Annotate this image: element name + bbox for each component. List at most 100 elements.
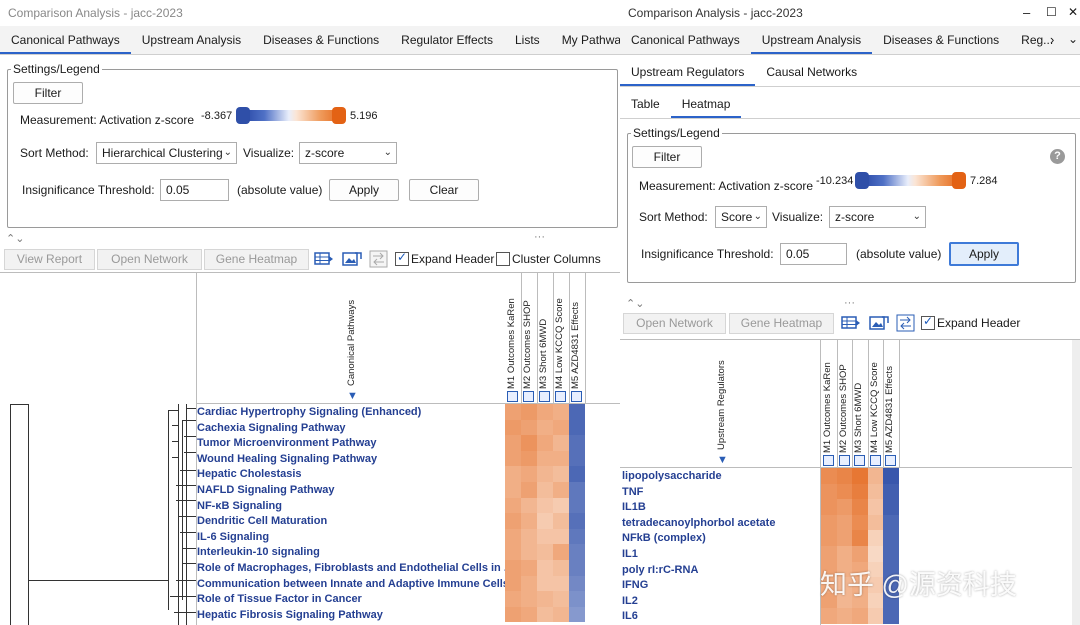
heatmap-cell[interactable] xyxy=(569,591,585,607)
column-data-icon[interactable] xyxy=(571,391,582,402)
swap-icon[interactable] xyxy=(369,250,389,268)
row-label[interactable]: Hepatic Cholestasis xyxy=(197,468,302,480)
heatmap-cell[interactable] xyxy=(852,546,868,562)
heatmap-cell[interactable] xyxy=(867,514,883,531)
heatmap-cell[interactable] xyxy=(569,466,585,482)
heatmap-cell[interactable] xyxy=(867,530,883,546)
tab-causal-networks[interactable]: Causal Networks xyxy=(755,58,868,86)
column-header[interactable]: M5 AZD4831 Effects xyxy=(570,302,581,389)
heatmap-cell[interactable] xyxy=(553,513,569,529)
heatmap-cell[interactable] xyxy=(852,514,868,531)
drag-handle-icon[interactable]: ··· xyxy=(844,297,855,309)
visualize-select[interactable]: z-score ⌄ xyxy=(299,142,397,164)
cluster-columns-checkbox[interactable] xyxy=(496,252,510,266)
heatmap-cell[interactable] xyxy=(553,544,569,560)
heatmap-cell[interactable] xyxy=(537,466,553,482)
row-label[interactable]: NAFLD Signaling Pathway xyxy=(197,484,335,496)
heatmap-cell[interactable] xyxy=(569,606,585,623)
heatmap-cell[interactable] xyxy=(505,544,521,560)
heatmap-cell[interactable] xyxy=(505,404,521,420)
column-header[interactable]: M5 AZD4831 Effects xyxy=(884,366,895,453)
heatmap-cell[interactable] xyxy=(537,450,553,467)
help-icon[interactable]: ? xyxy=(1050,149,1065,164)
heatmap-cell[interactable] xyxy=(521,513,537,529)
heatmap-cell[interactable] xyxy=(569,482,585,498)
sort-method-select[interactable]: Hierarchical Clustering ⌄ xyxy=(96,142,237,164)
collapse-expand-icon[interactable]: ⌃⌄ xyxy=(626,297,644,310)
heatmap-cell[interactable] xyxy=(505,606,521,623)
min-slider-handle[interactable] xyxy=(855,172,869,189)
column-header[interactable]: M4 Low KCCQ Score xyxy=(869,362,880,453)
max-slider-handle[interactable] xyxy=(332,107,346,124)
column-header[interactable]: M1 Outcomes KaRen xyxy=(506,298,517,389)
row-label[interactable]: Communication between Innate and Adaptiv… xyxy=(197,578,509,590)
row-label[interactable]: IL1B xyxy=(622,501,646,513)
tab-diseases-functions[interactable]: Diseases & Functions xyxy=(252,26,390,54)
row-label[interactable]: TNF xyxy=(622,486,643,498)
heatmap-cell[interactable] xyxy=(521,404,537,420)
heatmap-cell[interactable] xyxy=(521,450,537,467)
chevron-right-icon[interactable]: › xyxy=(1050,32,1054,47)
tab-heatmap[interactable]: Heatmap xyxy=(670,90,742,118)
heatmap-cell[interactable] xyxy=(505,528,521,545)
heatmap-cell[interactable] xyxy=(836,514,852,531)
threshold-input[interactable]: 0.05 xyxy=(780,243,847,265)
column-data-icon[interactable] xyxy=(854,455,865,466)
heatmap-cell[interactable] xyxy=(537,560,553,576)
heatmap-cell[interactable] xyxy=(537,513,553,529)
heatmap-cell[interactable] xyxy=(836,530,852,546)
scrollbar[interactable] xyxy=(1072,340,1080,625)
export-table-icon[interactable] xyxy=(314,250,334,268)
heatmap-cell[interactable] xyxy=(569,450,585,467)
heatmap-cell[interactable] xyxy=(883,514,899,531)
chevron-down-icon[interactable]: ⌄ xyxy=(1068,32,1078,46)
heatmap-cell[interactable] xyxy=(521,466,537,482)
row-label[interactable]: tetradecanoylphorbol acetate xyxy=(622,517,775,529)
tab-upstream-analysis[interactable]: Upstream Analysis xyxy=(131,26,252,54)
heatmap-cell[interactable] xyxy=(537,419,553,436)
heatmap-cell[interactable] xyxy=(553,466,569,482)
column-data-icon[interactable] xyxy=(838,455,850,466)
maximize-icon[interactable]: ☐ xyxy=(1046,5,1057,19)
heatmap-cell[interactable] xyxy=(521,497,537,514)
heatmap-cell[interactable] xyxy=(553,404,569,420)
heatmap-cell[interactable] xyxy=(852,468,868,484)
heatmap-cell[interactable] xyxy=(569,575,585,592)
column-header[interactable]: M4 Low KCCQ Score xyxy=(554,298,565,389)
row-label[interactable]: Hepatic Fibrosis Signaling Pathway xyxy=(197,609,383,621)
collapse-expand-icon[interactable]: ⌃⌄ xyxy=(6,232,24,245)
heatmap-cell[interactable] xyxy=(553,450,569,467)
heatmap-cell[interactable] xyxy=(505,560,521,576)
tab-canonical-pathways[interactable]: Canonical Pathways xyxy=(620,26,751,54)
row-header-canonical-pathways[interactable]: Canonical Pathways xyxy=(346,300,357,386)
row-label[interactable]: Cardiac Hypertrophy Signaling (Enhanced) xyxy=(197,406,421,418)
heatmap-cell[interactable] xyxy=(505,575,521,592)
tab-canonical-pathways[interactable]: Canonical Pathways xyxy=(0,26,131,54)
max-slider-handle[interactable] xyxy=(952,172,966,189)
heatmap-cell[interactable] xyxy=(852,483,868,500)
export-image-icon[interactable] xyxy=(869,314,889,332)
heatmap-cell[interactable] xyxy=(883,483,899,500)
heatmap-cell[interactable] xyxy=(821,483,837,500)
heatmap-cell[interactable] xyxy=(852,530,868,546)
row-label[interactable]: IL6 xyxy=(622,610,638,622)
row-label[interactable]: Dendritic Cell Maturation xyxy=(197,515,327,527)
heatmap-cell[interactable] xyxy=(836,608,852,624)
heatmap-cell[interactable] xyxy=(521,544,537,560)
column-header[interactable]: M3 Short 6MWD xyxy=(538,319,549,389)
minimize-icon[interactable]: – xyxy=(1023,5,1030,20)
heatmap-cell[interactable] xyxy=(553,528,569,545)
heatmap-cell[interactable] xyxy=(553,591,569,607)
export-image-icon[interactable] xyxy=(342,250,362,268)
row-label[interactable]: Wound Healing Signaling Pathway xyxy=(197,453,377,465)
heatmap-cell[interactable] xyxy=(553,482,569,498)
heatmap-cell[interactable] xyxy=(537,482,553,498)
column-data-icon[interactable] xyxy=(869,455,881,466)
apply-button[interactable]: Apply xyxy=(329,179,399,201)
tab-table[interactable]: Table xyxy=(620,90,671,118)
heatmap-cell[interactable] xyxy=(521,435,537,451)
open-network-button[interactable]: Open Network xyxy=(97,249,202,270)
tab-diseases-functions[interactable]: Diseases & Functions xyxy=(872,26,1010,54)
heatmap-cell[interactable] xyxy=(553,575,569,592)
tab-upstream-regulators[interactable]: Upstream Regulators xyxy=(620,58,756,86)
